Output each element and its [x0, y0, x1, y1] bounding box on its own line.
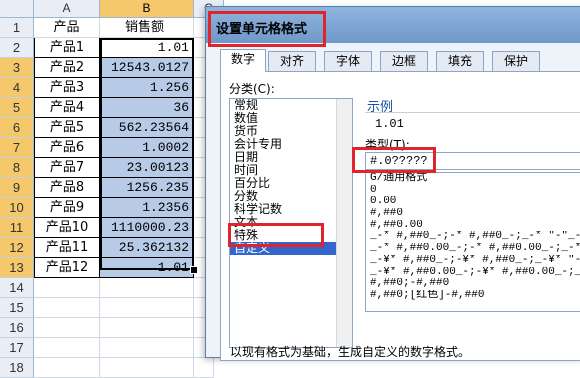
format-code-item[interactable]: #,##0;-#,##0: [366, 278, 580, 290]
format-cells-dialog: 设置单元格格式 数字 对齐 字体 边框 填充 保护 分类(C): 常规 数值 货币会…: [205, 6, 580, 361]
tab-fill[interactable]: 填充: [436, 51, 484, 71]
row-header[interactable]: 5: [0, 98, 34, 118]
category-scrollbar[interactable]: [336, 99, 352, 347]
format-code-item[interactable]: #,##0;[红色]-#,##0: [366, 290, 580, 302]
format-code-item[interactable]: 0: [366, 185, 580, 197]
format-code-item[interactable]: 0.00: [366, 196, 580, 208]
sales-cell[interactable]: 1.256: [100, 78, 194, 98]
product-cell[interactable]: 产品9: [34, 198, 100, 218]
tab-alignment[interactable]: 对齐: [268, 51, 316, 71]
product-cell[interactable]: 产品6: [34, 138, 100, 158]
format-code-item[interactable]: _-* #,##0.00_-;-* #,##0.00_-;_-* "-"??_-…: [366, 243, 580, 255]
row-header[interactable]: 4: [0, 78, 34, 98]
type-label: 类型(T):: [365, 138, 410, 152]
sales-cell[interactable]: 1256.235: [100, 178, 194, 198]
row-header[interactable]: 7: [0, 138, 34, 158]
product-cell[interactable]: 产品2: [34, 58, 100, 78]
product-cell[interactable]: 产品1: [34, 38, 100, 58]
cell-c[interactable]: [194, 358, 214, 378]
row-header[interactable]: 18: [0, 358, 34, 378]
row-header[interactable]: 8: [0, 158, 34, 178]
empty-cell[interactable]: [100, 358, 194, 378]
dialog-title: 设置单元格格式: [216, 22, 308, 37]
product-cell[interactable]: 产品12: [34, 258, 100, 278]
product-cell[interactable]: 产品8: [34, 178, 100, 198]
row-header[interactable]: 6: [0, 118, 34, 138]
column-header-a[interactable]: A: [34, 0, 100, 18]
row-header[interactable]: 10: [0, 198, 34, 218]
product-cell[interactable]: 产品11: [34, 238, 100, 258]
product-cell[interactable]: 产品5: [34, 118, 100, 138]
sales-cell[interactable]: 1.2356: [100, 198, 194, 218]
empty-cell[interactable]: [100, 338, 194, 358]
row-header[interactable]: 1: [0, 18, 34, 38]
fill-handle[interactable]: [190, 266, 198, 274]
sales-cell[interactable]: 1.0002: [100, 138, 194, 158]
empty-cell[interactable]: [34, 318, 100, 338]
row-header[interactable]: 13: [0, 258, 34, 278]
row-header[interactable]: 17: [0, 338, 34, 358]
sales-cell[interactable]: 23.00123: [100, 158, 194, 178]
tab-border[interactable]: 边框: [380, 51, 428, 71]
row-header[interactable]: 11: [0, 218, 34, 238]
tab-protection[interactable]: 保护: [492, 51, 540, 71]
empty-cell[interactable]: [34, 338, 100, 358]
row-header[interactable]: 2: [0, 38, 34, 58]
empty-cell[interactable]: [34, 298, 100, 318]
row-header[interactable]: 9: [0, 178, 34, 198]
format-code-item[interactable]: _-¥* #,##0_-;-¥* #,##0_-;_-¥* "-"_-;_-@_…: [366, 255, 580, 267]
header-cell-product[interactable]: 产品: [34, 18, 100, 38]
product-cell[interactable]: 产品10: [34, 218, 100, 238]
format-code-item[interactable]: G/通用格式: [366, 173, 580, 185]
row-header[interactable]: 15: [0, 298, 34, 318]
product-cell[interactable]: 产品3: [34, 78, 100, 98]
sales-cell[interactable]: 562.23564: [100, 118, 194, 138]
empty-cell[interactable]: [34, 278, 100, 298]
tab-number[interactable]: 数字: [220, 49, 266, 72]
type-input[interactable]: #.0?????: [365, 152, 580, 170]
column-header-b[interactable]: B: [100, 0, 194, 18]
header-cell-sales[interactable]: 销售额: [100, 18, 194, 38]
product-cell[interactable]: 产品7: [34, 158, 100, 178]
format-code-item[interactable]: #,##0: [366, 208, 580, 220]
sales-cell[interactable]: 1110000.23: [100, 218, 194, 238]
dialog-titlebar[interactable]: 设置单元格格式: [206, 7, 580, 43]
sales-cell[interactable]: 1.01: [100, 258, 194, 278]
empty-cell[interactable]: [100, 318, 194, 338]
format-code-item[interactable]: _-¥* #,##0.00_-;-¥* #,##0.00_-;_-¥* "-"?…: [366, 267, 580, 279]
empty-cell[interactable]: [34, 358, 100, 378]
sales-cell[interactable]: 12543.0127: [100, 58, 194, 78]
empty-cell[interactable]: [100, 298, 194, 318]
sales-cell[interactable]: 25.362132: [100, 238, 194, 258]
row-header[interactable]: 16: [0, 318, 34, 338]
row-header[interactable]: 3: [0, 58, 34, 78]
sales-cell[interactable]: 1.01: [100, 38, 194, 58]
format-code-item[interactable]: _-* #,##0_-;-* #,##0_-;_-* "-"_-;_-@_-: [366, 231, 580, 243]
category-list[interactable]: 常规 数值 货币 会计专用 日期 时间 百分比 分数 科学记数 文本 特殊 自定义: [229, 98, 353, 348]
select-all-corner[interactable]: [0, 0, 34, 18]
format-code-list[interactable]: G/通用格式 0 0.00 #,##0 #,##0.00 _-* #,##0_-;-* #…: [365, 172, 580, 312]
example-value: 1.01: [375, 117, 404, 131]
empty-cell[interactable]: [100, 278, 194, 298]
custom-format-hint: 以现有格式为基础，生成自定义的数字格式。: [230, 345, 471, 359]
format-code-item[interactable]: #,##0.00: [366, 220, 580, 232]
category-item[interactable]: 自定义: [230, 242, 352, 255]
sales-cell[interactable]: 36: [100, 98, 194, 118]
category-label: 分类(C):: [229, 82, 275, 96]
tab-font[interactable]: 字体: [324, 51, 372, 71]
row-header[interactable]: 14: [0, 278, 34, 298]
product-cell[interactable]: 产品4: [34, 98, 100, 118]
number-tab-panel: 分类(C): 常规 数值 货币 会计专用 日期 时间 百分比 分数 科学记数 文本 特殊 自定义 示例…: [220, 71, 580, 361]
row-header[interactable]: 12: [0, 238, 34, 258]
